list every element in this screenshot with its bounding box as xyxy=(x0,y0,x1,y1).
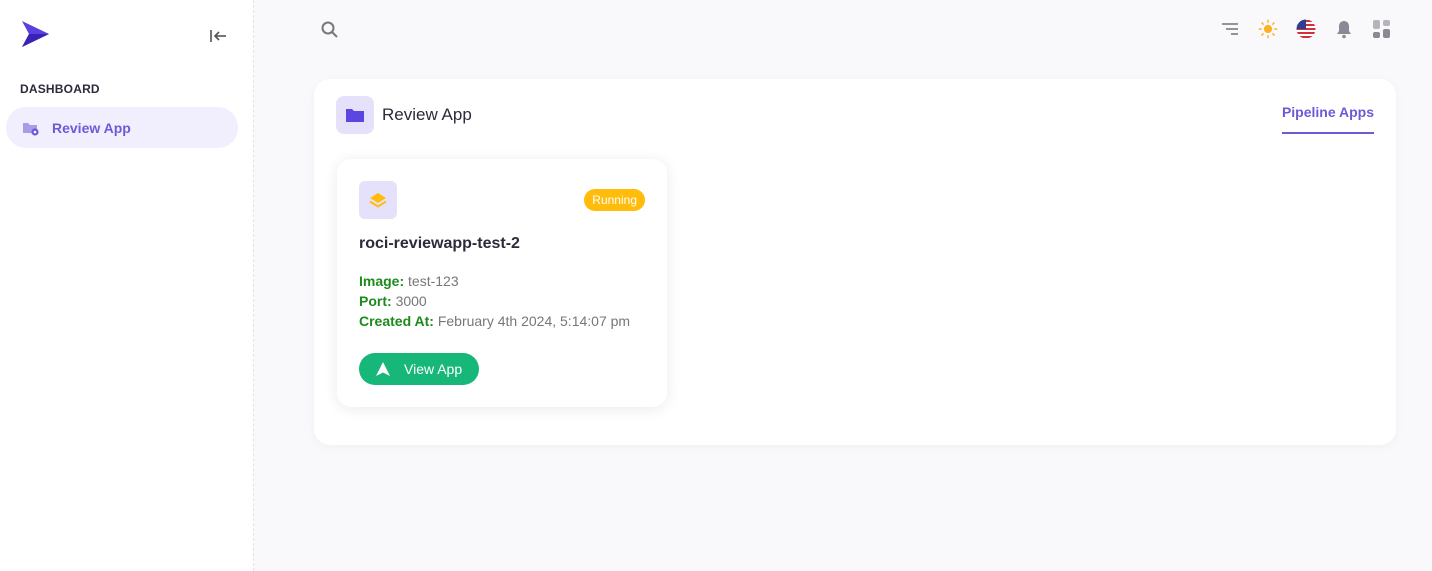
sun-icon xyxy=(1258,19,1278,39)
sidebar: DASHBOARD Review App xyxy=(0,0,254,571)
bell-icon xyxy=(1337,21,1351,39)
apps-grid-icon xyxy=(1373,20,1390,38)
filter-button[interactable] xyxy=(1220,18,1240,40)
language-button[interactable] xyxy=(1296,18,1316,40)
apps-grid-button[interactable] xyxy=(1372,18,1392,40)
folder-icon xyxy=(336,96,374,134)
created-value: February 4th 2024, 5:14:07 pm xyxy=(437,313,631,329)
port-value: 3000 xyxy=(395,293,427,309)
us-flag-icon xyxy=(1296,19,1316,39)
sidebar-item-review-app[interactable]: Review App xyxy=(6,107,238,148)
search-button[interactable] xyxy=(320,20,340,40)
filter-lines-icon xyxy=(1222,23,1238,35)
folder-gear-icon xyxy=(22,120,40,136)
sidebar-item-label: Review App xyxy=(52,119,131,136)
theme-toggle-button[interactable] xyxy=(1258,18,1278,40)
app-card: Running roci-reviewapp-test-2 Image: tes… xyxy=(337,159,667,407)
sidebar-section-title: DASHBOARD xyxy=(20,82,100,96)
created-label: Created At: xyxy=(359,313,434,329)
port-label: Port: xyxy=(359,293,392,309)
logo-icon[interactable] xyxy=(20,19,50,49)
review-app-panel: Review App Pipeline Apps Running roci-re… xyxy=(314,79,1396,445)
navigate-arrow-icon xyxy=(375,361,391,377)
tab-pipeline-apps[interactable]: Pipeline Apps xyxy=(1281,104,1374,134)
app-port-row: Port: 3000 xyxy=(359,293,427,309)
collapse-left-icon xyxy=(210,30,226,42)
status-badge: Running xyxy=(584,189,645,211)
layers-icon xyxy=(359,181,397,219)
search-icon xyxy=(321,21,338,38)
image-label: Image: xyxy=(359,273,405,289)
collapse-sidebar-button[interactable] xyxy=(206,26,230,46)
app-image-row: Image: test-123 xyxy=(359,273,459,289)
topbar-actions xyxy=(1220,18,1392,40)
app-name: roci-reviewapp-test-2 xyxy=(359,235,520,252)
page-title: Review App xyxy=(382,105,472,124)
view-app-label: View App xyxy=(404,361,463,377)
notifications-button[interactable] xyxy=(1334,18,1354,40)
view-app-button[interactable]: View App xyxy=(359,353,479,385)
image-value: test-123 xyxy=(408,273,459,289)
app-created-row: Created At: February 4th 2024, 5:14:07 p… xyxy=(359,313,630,329)
